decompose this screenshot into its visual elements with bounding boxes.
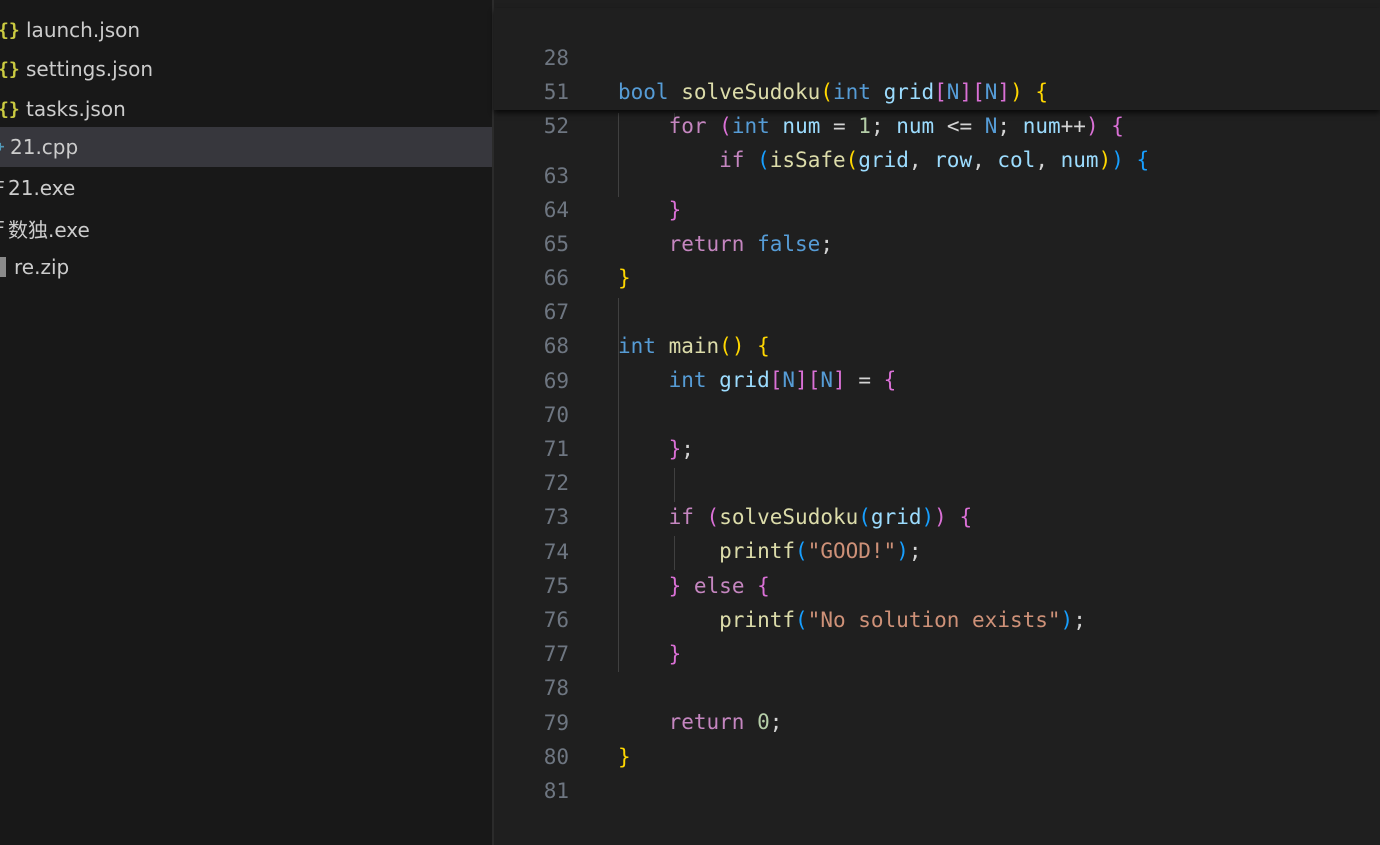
code-line[interactable]: 72 if (solveSudoku(grid)) { (494, 432, 1380, 529)
code-line[interactable]: 65 } (494, 193, 1380, 290)
file-label: 数独.exe (8, 217, 90, 242)
code-line[interactable]: 71 (494, 398, 1380, 461)
code-line[interactable]: 79 } (494, 672, 1380, 769)
code-line[interactable]: 69 (494, 330, 1380, 393)
code-line[interactable]: 77 (494, 603, 1380, 666)
file-tasks-json[interactable]: {} tasks.json (0, 89, 492, 129)
file-settings-json[interactable]: {} settings.json (0, 49, 492, 89)
line-number: 52 (543, 114, 569, 138)
code-line[interactable]: 81 (494, 740, 1380, 803)
code-line[interactable]: 68 int grid[N][N] = { (494, 295, 1380, 392)
code-text: if (isSafe(grid, row, col, num)) { (719, 148, 1150, 172)
sticky-line[interactable]: 51 for (int num = 1; num <= N; num++) { (494, 41, 1380, 138)
code-line[interactable]: 73 printf("GOOD!"); (494, 466, 1380, 563)
file-label: re.zip (14, 255, 70, 279)
file-label: 21.exe (8, 176, 76, 200)
file-21-cpp[interactable]: + 21.cpp (0, 127, 492, 167)
json-braces-icon: {} (0, 98, 20, 120)
sticky-line[interactable]: 28 bool solveSudoku(int grid[N][N]) { (494, 7, 1380, 104)
zip-file-icon (0, 257, 6, 277)
json-braces-icon: {} (0, 58, 20, 80)
file-label: settings.json (26, 57, 154, 81)
file-label: 21.cpp (10, 135, 79, 159)
code-line[interactable]: 66 (494, 227, 1380, 290)
file-label: tasks.json (26, 97, 126, 121)
code-editor[interactable]: 28 bool solveSudoku(int grid[N][N]) { 51… (494, 0, 1380, 845)
exe-file-icon: F (0, 218, 8, 239)
code-line[interactable]: 70 }; (494, 364, 1380, 461)
explorer-sidebar: {} launch.json {} settings.json {} tasks… (0, 0, 492, 845)
code-line[interactable]: 74 } else { (494, 501, 1380, 598)
code-line[interactable]: 75 printf("No solution exists"); (494, 535, 1380, 632)
cpp-file-icon: + (0, 139, 5, 155)
code-line[interactable]: 78 return 0; (494, 637, 1380, 734)
sticky-line[interactable]: 52 if (isSafe(grid, row, col, num)) { (494, 75, 1380, 172)
sticky-scroll-header[interactable]: 28 bool solveSudoku(int grid[N][N]) { 51… (494, 7, 1380, 172)
line-number: 81 (543, 779, 569, 803)
json-braces-icon: {} (0, 19, 20, 41)
file-21-exe[interactable]: F 21.exe (0, 168, 492, 208)
code-line[interactable]: 76 } (494, 569, 1380, 666)
file-label: launch.json (26, 18, 141, 42)
file-launch-json[interactable]: {} launch.json (0, 10, 492, 50)
exe-file-icon: F (0, 178, 8, 199)
code-line[interactable]: 80 (494, 706, 1380, 769)
file-shudu-exe[interactable]: F 数独.exe (0, 208, 492, 248)
code-text: for (int num = 1; num <= N; num++) { (668, 114, 1124, 138)
file-re-zip[interactable]: re.zip (0, 247, 492, 287)
code-line[interactable]: 67 int main() { (494, 261, 1380, 358)
